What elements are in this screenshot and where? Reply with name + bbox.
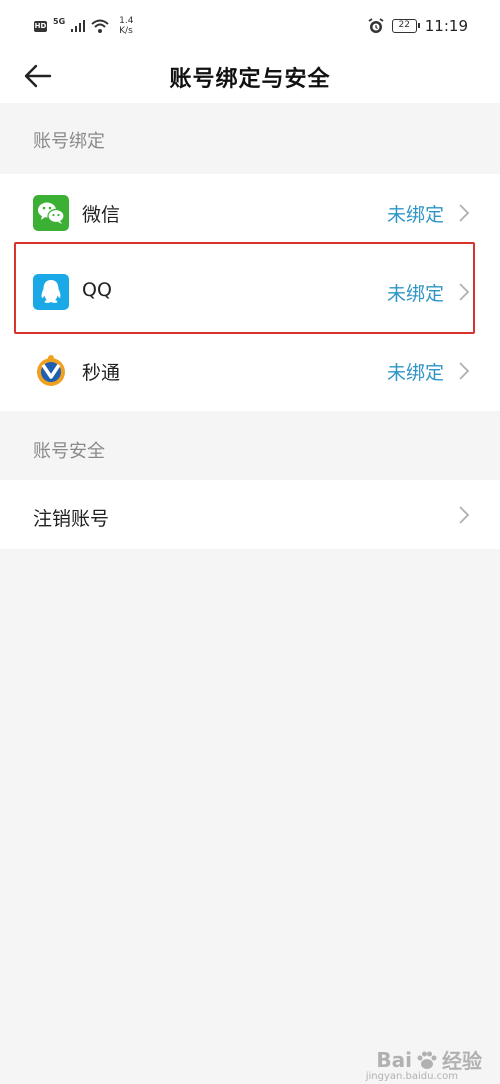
security-list: 注销账号	[0, 480, 500, 549]
baidu-watermark: Bai 经验	[376, 1045, 482, 1074]
watermark-brand: Bai	[376, 1047, 412, 1072]
wifi-icon	[91, 19, 109, 33]
watermark-url: jingyan.baidu.com	[365, 1071, 458, 1082]
clock: 11:19	[424, 17, 468, 35]
wechat-icon	[33, 195, 69, 231]
battery-indicator: 22	[391, 19, 420, 33]
status-right: 22 11:19	[368, 17, 468, 35]
speed-unit: K/s	[119, 26, 133, 36]
app-header: 账号绑定与安全	[0, 50, 500, 103]
security-row-cancel-account[interactable]: 注销账号	[0, 480, 500, 549]
chevron-right-icon	[459, 204, 470, 222]
row-label: 秒通	[82, 362, 121, 384]
qq-icon	[33, 274, 69, 310]
row-label: QQ	[82, 279, 112, 301]
binding-status: 未绑定	[386, 283, 444, 305]
status-left: HD 5G 1.4 K/s	[34, 16, 133, 36]
network-speed: 1.4 K/s	[119, 16, 133, 36]
chevron-right-icon	[459, 362, 470, 380]
miaotong-icon	[37, 355, 65, 386]
paw-icon	[417, 1051, 437, 1069]
row-label: 微信	[82, 204, 121, 226]
status-bar: HD 5G 1.4 K/s 22 11:19	[0, 0, 500, 50]
binding-row-wechat[interactable]: 微信 未绑定	[0, 174, 500, 252]
binding-row-qq[interactable]: QQ 未绑定	[0, 253, 500, 331]
binding-status: 未绑定	[386, 362, 444, 384]
network-type: 5G	[53, 16, 66, 26]
chevron-right-icon	[459, 506, 470, 524]
binding-row-miaotong[interactable]: 秒通 未绑定	[0, 332, 500, 410]
chevron-right-icon	[459, 283, 470, 301]
section-title-binding: 账号绑定	[33, 131, 105, 152]
speed-value: 1.4	[119, 16, 134, 26]
section-title-security: 账号安全	[33, 441, 105, 462]
binding-list: 微信 未绑定 QQ 未绑定 秒通 未绑定	[0, 174, 500, 411]
watermark-suffix: 经验	[442, 1049, 482, 1073]
signal-icon	[71, 20, 86, 32]
row-label: 注销账号	[33, 508, 110, 530]
hd-badge: HD	[34, 20, 47, 32]
page-title: 账号绑定与安全	[169, 67, 331, 92]
binding-status: 未绑定	[386, 204, 444, 226]
alarm-icon	[368, 18, 384, 33]
